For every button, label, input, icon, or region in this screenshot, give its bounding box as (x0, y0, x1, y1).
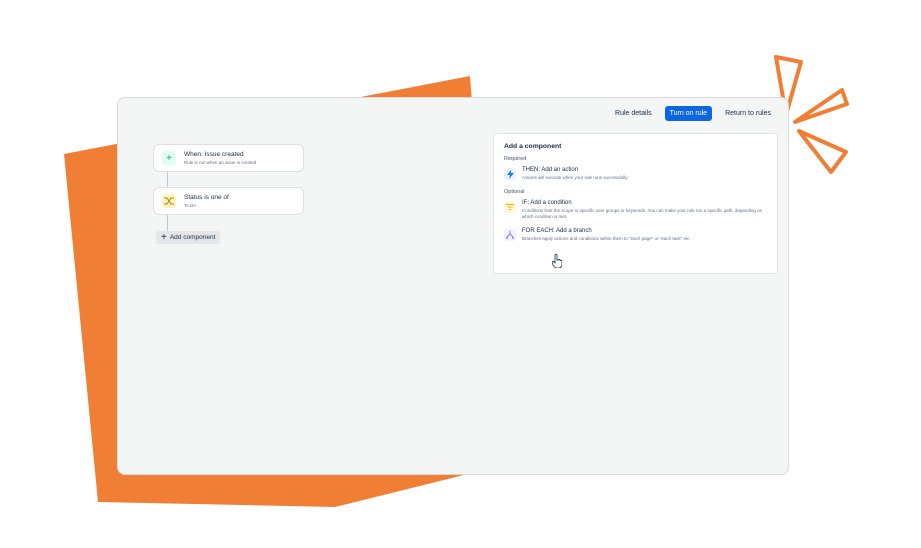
option-title: IF: Add a condition (522, 199, 572, 206)
add-branch-option[interactable]: FOR EACH: Add a branch Branches apply ac… (504, 228, 767, 243)
filter-icon (504, 200, 516, 213)
return-to-rules-button[interactable]: Return to rules (722, 106, 774, 121)
turn-on-rule-button[interactable]: Turn on rule (664, 106, 713, 121)
condition-subtitle: To Do (184, 203, 196, 208)
trigger-subtitle: Rule is run when an issue is created (184, 160, 257, 165)
shuffle-icon (162, 194, 176, 208)
option-title: FOR EACH: Add a branch (522, 227, 592, 234)
add-component-panel: Add a component Required THEN: Add an ac… (493, 133, 778, 274)
flow-connector (167, 172, 168, 187)
trigger-title: When: Issue created (184, 151, 244, 158)
option-description: Conditions limit the scope to specific u… (522, 207, 763, 220)
plus-icon: + (161, 231, 167, 243)
rule-details-button[interactable]: Rule details (612, 106, 655, 121)
add-component-button[interactable]: + Add component (156, 231, 221, 244)
trigger-node[interactable]: + When: Issue created Rule is run when a… (153, 144, 304, 172)
add-component-label: Add component (169, 234, 216, 241)
toolbar: Rule details Turn on rule Return to rule… (612, 106, 774, 121)
branch-icon (504, 228, 516, 241)
hand-cursor-icon (552, 254, 562, 268)
required-section-label: Required (504, 156, 527, 162)
panel-title: Add a component (504, 143, 562, 150)
option-description: Branches apply actions and conditions wi… (522, 235, 691, 241)
plus-icon: + (162, 151, 176, 165)
automation-rule-window: Rule details Turn on rule Return to rule… (117, 97, 789, 475)
flow-connector (167, 215, 168, 231)
option-description: Actions will execute when your rule runs… (522, 175, 629, 180)
condition-title: Status is one of (184, 194, 229, 201)
option-title: THEN: Add an action (522, 167, 579, 173)
condition-node[interactable]: Status is one of To Do (153, 187, 304, 215)
add-action-option[interactable]: THEN: Add an action Actions will execute… (504, 167, 767, 182)
optional-section-label: Optional (504, 188, 525, 195)
lightning-icon (504, 168, 516, 180)
add-condition-option[interactable]: IF: Add a condition Conditions limit the… (504, 200, 767, 221)
